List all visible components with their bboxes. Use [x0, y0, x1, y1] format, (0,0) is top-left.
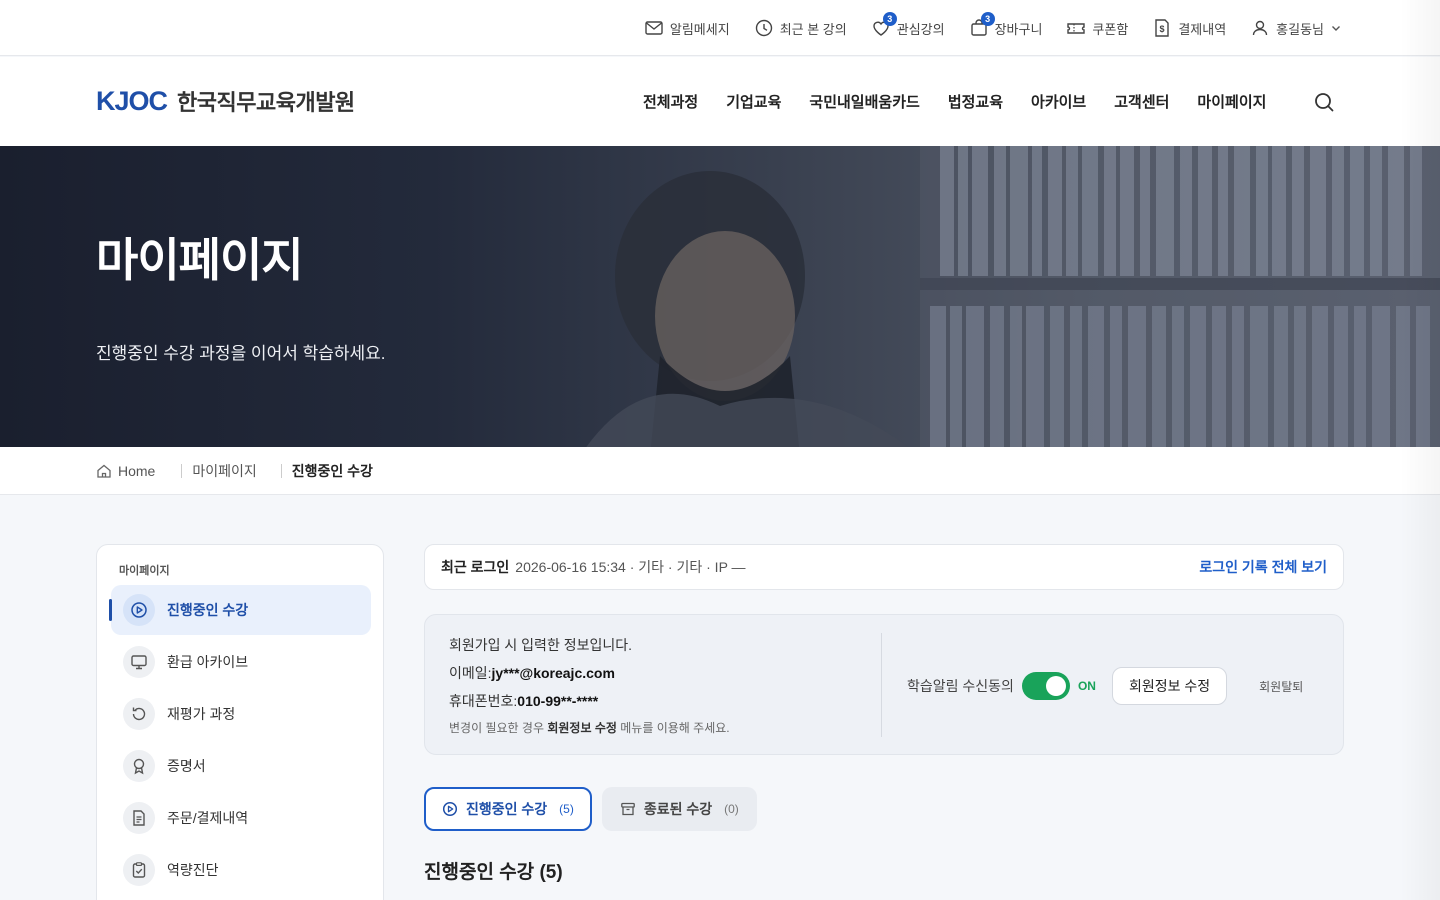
breadcrumb-current: 진행중인 수강	[291, 463, 373, 479]
breadcrumb-separator	[280, 464, 282, 478]
ticket-icon	[1066, 18, 1086, 38]
mypage-sidebar: 마이페이지 진행중인 수강 환급 아카이브 재평가 과정 증명서 주문/결제내역…	[96, 544, 384, 900]
utility-menu: 알림메세지 최근 본 강의 3 관심강의 3 장바구니 쿠폰함 $ 결제내역 홍…	[644, 0, 1342, 56]
hero-banner: 마이페이지 진행중인 수강 과정을 이어서 학습하세요.	[0, 146, 1440, 447]
nav-naeil-card[interactable]: 국민내일배움카드	[809, 91, 919, 112]
member-email-row: 이메일: jy***@koreajc.com	[449, 659, 730, 687]
util-payments[interactable]: $ 결제내역	[1152, 18, 1226, 38]
member-phone: 010-99**-****	[517, 693, 599, 709]
cart-badge: 3	[980, 12, 995, 26]
section-title: 진행중인 수강 (5)	[424, 862, 563, 883]
login-history-link[interactable]: 로그인 기록 전체 보기	[1199, 557, 1327, 577]
mail-icon	[644, 18, 664, 38]
breadcrumb-bar: Home 마이페이지 진행중인 수강	[0, 447, 1440, 495]
sidebar-item-certificates[interactable]: 증명서	[111, 741, 371, 791]
nav-legal[interactable]: 법정교육	[948, 91, 1003, 112]
withdraw-link[interactable]: 회원탈퇴	[1259, 678, 1303, 695]
member-email: jy***@koreajc.com	[491, 665, 615, 681]
logo-mark: KJOC	[96, 85, 168, 116]
award-icon	[123, 750, 155, 782]
notification-consent-toggle[interactable]	[1021, 672, 1070, 700]
util-wishlist[interactable]: 3 관심강의	[871, 12, 945, 38]
util-user-menu[interactable]: 홍길동님	[1250, 18, 1342, 38]
nav-archive[interactable]: 아카이브	[1031, 91, 1086, 112]
member-phone-row: 휴대폰번호: 010-99**-****	[449, 687, 730, 715]
breadcrumb-home[interactable]: Home	[96, 463, 155, 479]
email-label: 이메일:	[449, 665, 492, 681]
phone-label: 휴대폰번호:	[449, 693, 518, 709]
nav-corporate[interactable]: 기업교육	[726, 91, 781, 112]
site-logo[interactable]: KJOC 한국직무교육개발원	[96, 85, 355, 117]
search-icon[interactable]	[1312, 90, 1336, 114]
tab-count: (5)	[559, 802, 574, 816]
page-title: 마이페이지	[96, 234, 304, 286]
chevron-down-icon	[1330, 22, 1342, 34]
toggle-state: ON	[1077, 679, 1096, 693]
document-icon	[123, 802, 155, 834]
clock-icon	[754, 18, 774, 38]
main-header: KJOC 한국직무교육개발원 전체과정 기업교육 국민내일배움카드 법정교육 아…	[0, 57, 1440, 146]
util-coupons[interactable]: 쿠폰함	[1066, 18, 1128, 38]
recent-login-label: 최근 로그인	[441, 559, 510, 575]
breadcrumb-mypage[interactable]: 마이페이지	[192, 461, 256, 481]
member-info-card: 회원가입 시 입력한 정보입니다. 이메일: jy***@koreajc.com…	[424, 614, 1344, 755]
sidebar-title: 마이페이지	[119, 565, 170, 577]
breadcrumb-separator	[181, 464, 183, 478]
utility-bar: 알림메세지 최근 본 강의 3 관심강의 3 장바구니 쿠폰함 $ 결제내역 홍…	[0, 0, 1440, 56]
nav-support[interactable]: 고객센터	[1114, 91, 1169, 112]
bookshelf-image	[920, 146, 1440, 447]
sidebar-item-in-progress[interactable]: 진행중인 수강	[109, 585, 371, 635]
tab-count: (0)	[724, 802, 739, 816]
heart-icon: 3	[871, 12, 897, 38]
recent-login-info: 2026-06-16 15:34 · 기타 · 기타 · IP —	[515, 559, 746, 575]
breadcrumb: Home 마이페이지 진행중인 수강	[96, 447, 373, 495]
page-subtitle: 진행중인 수강 과정을 이어서 학습하세요.	[96, 344, 386, 363]
sidebar-item-refund-archive[interactable]: 환급 아카이브	[111, 637, 371, 687]
student-image	[586, 171, 909, 447]
nav-all-courses[interactable]: 전체과정	[643, 91, 698, 112]
logo-text: 한국직무교육개발원	[177, 90, 355, 115]
edit-profile-button[interactable]: 회원정보 수정	[1111, 667, 1228, 705]
sidebar-item-orders[interactable]: 주문/결제내역	[111, 793, 371, 843]
nav-mypage[interactable]: 마이페이지	[1197, 91, 1266, 112]
receipt-icon: $	[1152, 18, 1172, 38]
member-info-intro: 회원가입 시 입력한 정보입니다.	[449, 637, 632, 653]
sidebar-item-reevaluation[interactable]: 재평가 과정	[111, 689, 371, 739]
home-icon	[96, 463, 112, 479]
play-circle-icon	[123, 594, 155, 626]
recent-login-card: 최근 로그인 2026-06-16 15:34 · 기타 · 기타 · IP —…	[424, 544, 1344, 590]
archive-icon	[620, 801, 636, 817]
member-info: 회원가입 시 입력한 정보입니다. 이메일: jy***@koreajc.com…	[449, 631, 730, 736]
monitor-icon	[123, 646, 155, 678]
refresh-icon	[123, 698, 155, 730]
clipboard-icon	[123, 854, 155, 886]
notification-consent-label: 학습알림 수신동의	[907, 678, 1014, 694]
sidebar-menu: 진행중인 수강 환급 아카이브 재평가 과정 증명서 주문/결제내역 역량진단	[109, 585, 371, 897]
util-cart[interactable]: 3 장바구니	[969, 12, 1042, 38]
util-recent-courses[interactable]: 최근 본 강의	[754, 18, 847, 38]
user-icon	[1250, 18, 1270, 38]
divider	[881, 633, 882, 737]
sidebar-item-competency[interactable]: 역량진단	[111, 845, 371, 895]
util-messages[interactable]: 알림메세지	[644, 18, 730, 38]
svg-text:$: $	[1160, 24, 1165, 34]
tab-completed[interactable]: 종료된 수강 (0)	[601, 787, 757, 831]
tab-in-progress[interactable]: 진행중인 수강 (5)	[424, 787, 592, 831]
play-circle-icon	[442, 801, 458, 817]
bag-icon: 3	[969, 12, 995, 38]
member-info-note: 변경이 필요한 경우 회원정보 수정 메뉴를 이용해 주세요.	[449, 721, 730, 735]
wishlist-badge: 3	[882, 12, 897, 26]
global-nav: 전체과정 기업교육 국민내일배움카드 법정교육 아카이브 고객센터 마이페이지	[643, 57, 1266, 146]
course-tabs: 진행중인 수강 (5) 종료된 수강 (0)	[424, 787, 757, 831]
member-actions: 학습알림 수신동의 ON 회원정보 수정 회원탈퇴	[907, 667, 1303, 705]
